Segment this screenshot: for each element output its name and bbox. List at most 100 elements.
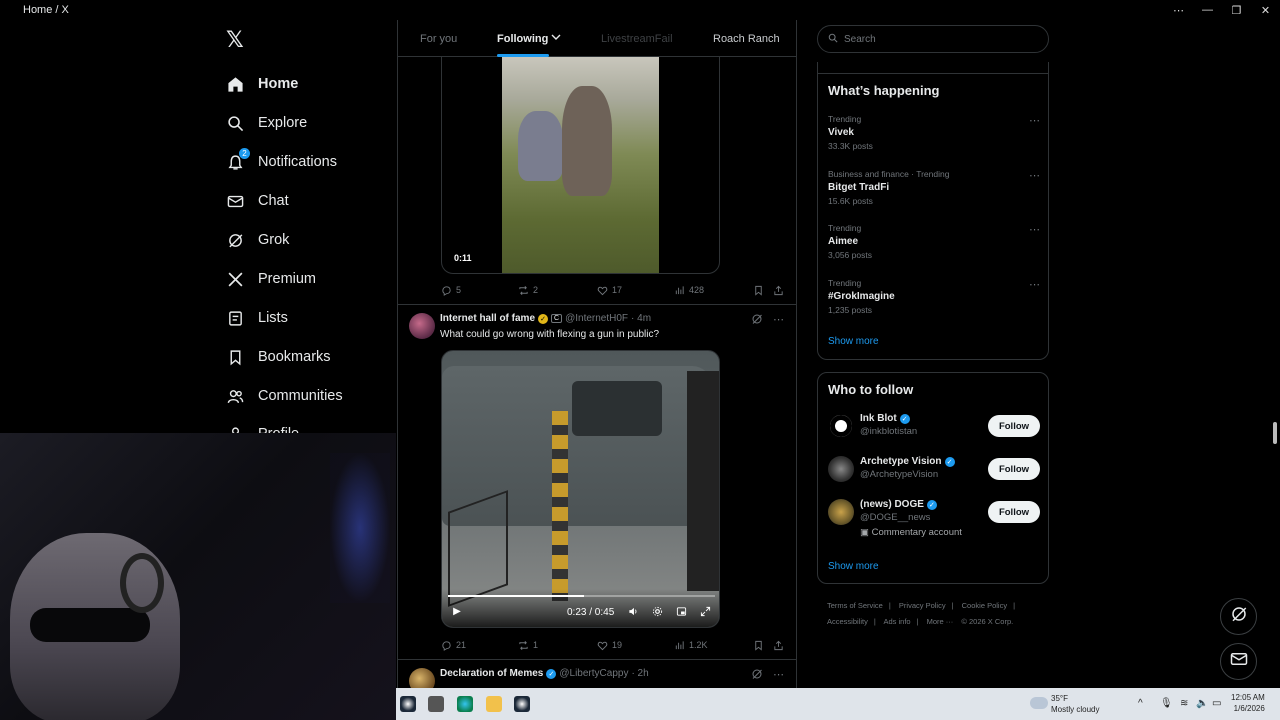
tab-roach-ranch[interactable]: Roach Ranch [713, 20, 780, 57]
more-icon[interactable]: ⋯ [1029, 223, 1040, 236]
weather-widget[interactable]: 35°F Mostly cloudy [1051, 693, 1099, 715]
avatar[interactable] [828, 413, 854, 439]
trend-item[interactable]: Business and finance · Trending Bitget T… [828, 169, 1040, 206]
accessibility-link[interactable]: Accessibility [827, 617, 868, 626]
share-button[interactable] [773, 285, 784, 296]
verified-icon: ✓ [926, 499, 937, 510]
follow-button[interactable]: Follow [988, 501, 1040, 523]
repost-button[interactable]: 2 [518, 285, 538, 296]
author-name[interactable]: Declaration of Memes [440, 668, 543, 679]
sidebar-item-communities[interactable]: Communities [226, 381, 343, 411]
sidebar-item-chat[interactable]: Chat [226, 186, 289, 216]
home-icon [226, 75, 244, 93]
cookie-link[interactable]: Cookie Policy [962, 601, 1007, 610]
like-button[interactable]: 19 [597, 640, 622, 651]
sidebar-item-premium[interactable]: Premium [226, 264, 316, 294]
folder-icon[interactable] [486, 696, 502, 712]
pip-icon[interactable] [674, 604, 688, 618]
user-handle: @inkblotistan [860, 426, 918, 437]
steam-icon[interactable] [400, 696, 416, 712]
close-button[interactable]: ✕ [1251, 0, 1280, 20]
sidebar-item-home[interactable]: Home [226, 69, 298, 99]
suggested-user[interactable]: Archetype Vision ✓ @ArchetypeVision Follo… [828, 456, 1040, 492]
follow-button[interactable]: Follow [988, 458, 1040, 480]
more-icon[interactable]: ⋯ [1029, 278, 1040, 291]
suggested-user[interactable]: (news) DOGE ✓ @DOGE__news ▣ Commentary ac… [828, 499, 1040, 549]
microphone-icon[interactable]: 🎙 [1160, 698, 1173, 709]
bookmark-button[interactable] [753, 640, 764, 651]
battery-icon[interactable]: ▭ [1212, 698, 1221, 709]
more-icon[interactable]: ⋯ [773, 668, 784, 683]
avatar[interactable] [828, 499, 854, 525]
calculator-icon[interactable] [428, 696, 444, 712]
more-icon[interactable]: ⋯ [1029, 169, 1040, 182]
share-button[interactable] [773, 640, 784, 651]
search-box[interactable] [817, 25, 1049, 53]
wifi-icon[interactable]: ≋ [1180, 698, 1188, 709]
x-logo-icon[interactable]: 𝕏 [226, 29, 246, 51]
tab-livestreamfail[interactable]: LivestreamFail [601, 20, 673, 57]
reply-button[interactable]: 5 [441, 285, 461, 296]
follow-button[interactable]: Follow [988, 415, 1040, 437]
terms-link[interactable]: Terms of Service [827, 601, 883, 610]
post-video[interactable]: ▶ 0:23 / 0:45 [441, 350, 720, 628]
views-button[interactable]: 1.2K [674, 640, 708, 651]
ads-info-link[interactable]: Ads info [883, 617, 910, 626]
search-input[interactable] [844, 33, 1024, 45]
play-icon[interactable]: ▶ [450, 604, 464, 618]
grok-fab-button[interactable] [1220, 598, 1257, 635]
video-progress-bar[interactable] [448, 595, 715, 597]
window-titlebar: Home / X ⋯ — ❐ ✕ [0, 0, 1280, 20]
more-link[interactable]: More ··· [927, 617, 954, 626]
volume-icon[interactable]: 🔈 [1196, 698, 1208, 709]
mail-icon [1230, 650, 1248, 673]
post-header: Internet hall of fame ✓ C @InternetH0F ·… [440, 313, 651, 324]
show-more-link[interactable]: Show more [828, 336, 879, 347]
author-handle[interactable]: @LibertyCappy [559, 668, 628, 679]
trend-item[interactable]: Trending Aimee 3,056 posts ⋯ [828, 223, 1040, 260]
user-label: ▣ Commentary account [860, 527, 962, 538]
fullscreen-icon[interactable] [698, 604, 712, 618]
chevron-up-icon[interactable]: ^ [1138, 698, 1143, 709]
author-handle[interactable]: @InternetH0F [565, 313, 628, 324]
messages-fab-button[interactable] [1220, 643, 1257, 680]
minimize-button[interactable]: — [1193, 0, 1222, 20]
grok-icon[interactable] [751, 313, 763, 328]
reply-button[interactable]: 21 [441, 640, 466, 651]
avatar[interactable] [828, 456, 854, 482]
more-icon[interactable]: ⋯ [1164, 0, 1193, 20]
sidebar-item-notifications[interactable]: 2 Notifications [226, 147, 337, 177]
repost-button[interactable]: 1 [518, 640, 538, 651]
show-more-link[interactable]: Show more [828, 561, 879, 572]
avatar[interactable] [409, 313, 435, 339]
settings-gear-icon[interactable] [650, 604, 664, 618]
suggested-user[interactable]: Ink Blot ✓ @inkblotistan Follow [828, 413, 1040, 449]
sidebar-item-label: Premium [258, 271, 317, 287]
tab-for-you[interactable]: For you [420, 20, 457, 57]
sidebar-item-explore[interactable]: Explore [226, 108, 307, 138]
post-video[interactable]: 0:11 [441, 56, 720, 274]
taskbar-clock[interactable]: 12:05 AM 1/6/2026 [1231, 692, 1265, 714]
grok-icon[interactable] [751, 668, 763, 683]
more-icon[interactable]: ⋯ [1029, 114, 1040, 127]
tab-following[interactable]: Following [497, 20, 561, 57]
sidebar-item-lists[interactable]: Lists [226, 303, 288, 333]
sidebar-item-bookmarks[interactable]: Bookmarks [226, 342, 331, 372]
steam-icon[interactable] [514, 696, 530, 712]
like-button[interactable]: 17 [597, 285, 622, 296]
author-name[interactable]: Internet hall of fame [440, 313, 535, 324]
trend-item[interactable]: Trending Vivek 33.3K posts ⋯ [828, 114, 1040, 151]
more-icon[interactable]: ⋯ [773, 313, 784, 328]
avatar[interactable] [409, 668, 435, 688]
volume-icon[interactable] [626, 604, 640, 618]
user-handle: @DOGE__news [860, 512, 931, 523]
browser-icon[interactable] [457, 696, 473, 712]
sidebar-item-grok[interactable]: Grok [226, 225, 289, 255]
trend-item[interactable]: Trending #GrokImagine 1,235 posts ⋯ [828, 278, 1040, 315]
privacy-link[interactable]: Privacy Policy [899, 601, 946, 610]
page-scrollbar[interactable] [1270, 20, 1280, 688]
bookmark-button[interactable] [753, 285, 764, 296]
views-button[interactable]: 428 [674, 285, 704, 296]
maximize-button[interactable]: ❐ [1222, 0, 1251, 20]
scrollbar-thumb[interactable] [1273, 422, 1277, 444]
